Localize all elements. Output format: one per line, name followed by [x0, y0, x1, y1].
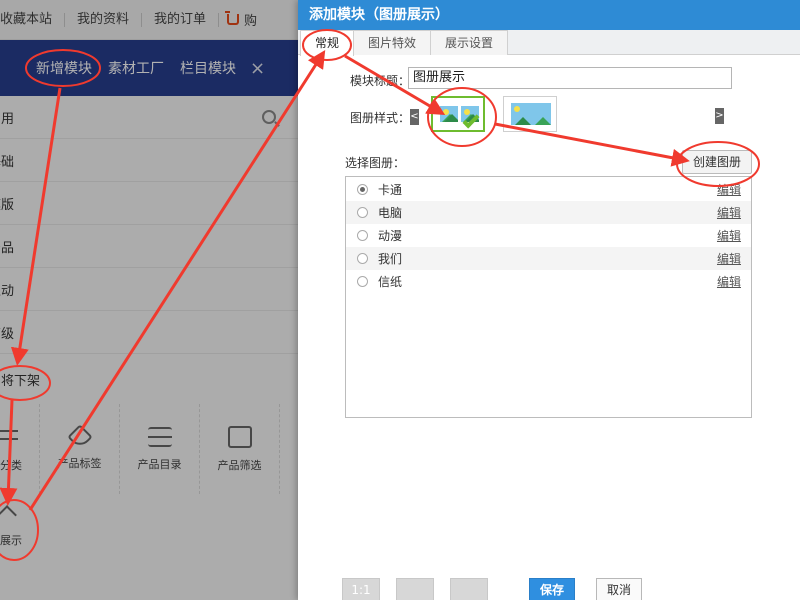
tab-general[interactable]: 常规: [300, 30, 355, 56]
album-select-label: 选择图册：: [345, 156, 406, 170]
edit-link[interactable]: 编辑: [717, 273, 741, 290]
image-icon: [511, 103, 551, 125]
edit-link[interactable]: 编辑: [717, 227, 741, 244]
edit-link[interactable]: 编辑: [717, 250, 741, 267]
album-name: 信纸: [378, 275, 403, 289]
album-radio[interactable]: [357, 230, 368, 241]
album-radio[interactable]: [357, 184, 368, 195]
album-name: 我们: [378, 252, 403, 266]
fit-frame-button[interactable]: [396, 578, 434, 600]
album-name: 卡通: [378, 183, 403, 197]
dialog-tabs: 常规 图片特效 展示设置: [298, 30, 800, 56]
album-radio[interactable]: [357, 253, 368, 264]
edit-link[interactable]: 编辑: [717, 181, 741, 198]
list-item[interactable]: 电脑 编辑: [346, 201, 751, 224]
edit-link[interactable]: 编辑: [717, 204, 741, 221]
ratio-button[interactable]: 1:1: [342, 578, 380, 600]
module-title-input[interactable]: 图册展示: [408, 67, 732, 89]
album-radio[interactable]: [357, 207, 368, 218]
tab-image-effects[interactable]: 图片特效: [353, 30, 432, 55]
image-icon: [440, 106, 458, 122]
cancel-button[interactable]: 取消: [596, 578, 642, 600]
tab-display-settings[interactable]: 展示设置: [430, 30, 509, 55]
style-option-2[interactable]: [503, 96, 557, 132]
dialog-title: 添加模块（图册展示）: [298, 0, 800, 30]
module-title-label: 模块标题：: [350, 74, 411, 88]
list-item[interactable]: 卡通 编辑: [346, 178, 751, 201]
album-name: 电脑: [378, 206, 403, 220]
create-album-button[interactable]: 创建图册: [682, 150, 752, 174]
list-item[interactable]: 动漫 编辑: [346, 224, 751, 247]
style-option-1[interactable]: [431, 96, 485, 132]
save-button[interactable]: 保存: [529, 578, 575, 600]
album-name: 动漫: [378, 229, 403, 243]
album-radio[interactable]: [357, 276, 368, 287]
album-list: 卡通 编辑 电脑 编辑 动漫 编辑 我们 编辑 信纸 编辑: [345, 176, 752, 418]
resize-button[interactable]: [450, 578, 488, 600]
list-item[interactable]: 信纸 编辑: [346, 270, 751, 293]
style-next-button[interactable]: >: [715, 108, 724, 124]
gallery-style-label: 图册样式：: [350, 111, 411, 125]
add-module-dialog: 添加模块（图册展示） 常规 图片特效 展示设置 模块标题： 图册展示 图册样式：…: [298, 0, 800, 600]
list-item[interactable]: 我们 编辑: [346, 247, 751, 270]
style-prev-button[interactable]: <: [410, 109, 419, 125]
